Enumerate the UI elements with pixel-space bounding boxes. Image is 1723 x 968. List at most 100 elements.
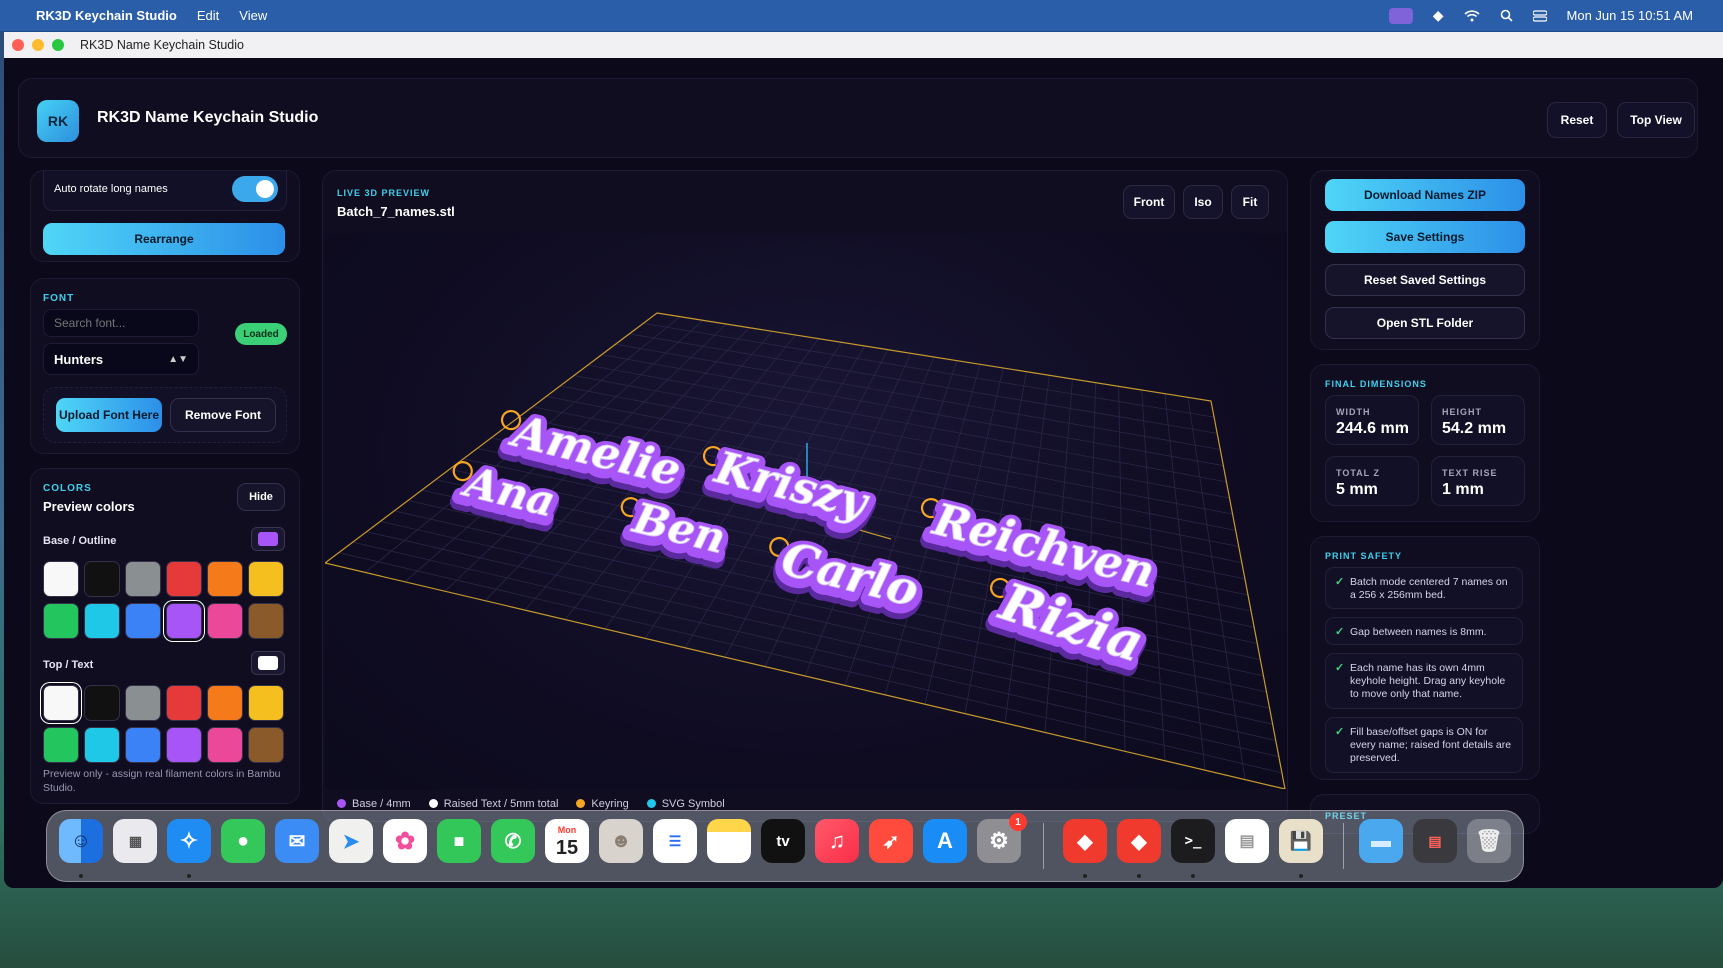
top-color-swatch[interactable] — [166, 727, 202, 763]
folder-icon[interactable]: ▬ — [1359, 819, 1403, 863]
reset-button[interactable]: Reset — [1547, 102, 1607, 138]
base-color-swatch[interactable] — [248, 561, 284, 597]
spotlight-search-icon[interactable] — [1500, 9, 1513, 22]
control-center-icon[interactable] — [1532, 9, 1547, 22]
3d-scene[interactable]: AmelieAmelieAmelie KriszyKriszyKriszyAnaA… — [325, 233, 1287, 789]
base-color-current[interactable] — [251, 527, 285, 551]
colors-section-label: COLORS — [43, 483, 92, 494]
base-color-swatch[interactable] — [166, 603, 202, 639]
top-color-swatch[interactable] — [84, 685, 120, 721]
colors-note: Preview only - assign real filament colo… — [43, 768, 281, 794]
hide-colors-button[interactable]: Hide — [237, 483, 285, 511]
save-settings-button[interactable]: Save Settings — [1325, 221, 1525, 253]
base-color-swatch[interactable] — [125, 603, 161, 639]
disk-utility-icon[interactable]: 💾 — [1279, 819, 1323, 863]
terminal-icon[interactable]: >_ — [1171, 819, 1215, 863]
screen-mirroring-icon[interactable] — [1388, 7, 1413, 24]
close-window-button[interactable] — [12, 39, 24, 51]
menu-bar: RK3D Keychain Studio Edit View ◆ Mon Jun… — [0, 0, 1723, 32]
base-color-swatch[interactable] — [125, 561, 161, 597]
top-color-swatch[interactable] — [207, 727, 243, 763]
front-view-button[interactable]: Front — [1123, 185, 1175, 219]
iso-view-button[interactable]: Iso — [1183, 185, 1223, 219]
notes-icon[interactable] — [707, 819, 751, 863]
top-color-swatch[interactable] — [43, 685, 79, 721]
music-icon[interactable]: ♫ — [815, 819, 859, 863]
photos-icon[interactable]: ✿ — [383, 819, 427, 863]
top-color-swatch[interactable] — [43, 727, 79, 763]
zoom-window-button[interactable] — [52, 39, 64, 51]
top-color-swatch[interactable] — [125, 727, 161, 763]
finder-icon[interactable]: ☺ — [59, 819, 103, 863]
reminders-icon[interactable]: ☰ — [653, 819, 697, 863]
legend-dot — [576, 799, 586, 808]
window-titlebar: RK3D Name Keychain Studio — [4, 32, 1723, 58]
calendar-icon[interactable]: Mon 15 — [545, 819, 589, 863]
rearrange-button[interactable]: Rearrange — [43, 223, 285, 255]
system-settings-icon[interactable]: ⚙ 1 — [977, 813, 1027, 863]
upload-font-button[interactable]: Upload Font Here — [56, 398, 162, 432]
base-color-swatch[interactable] — [84, 561, 120, 597]
top-color-chip — [258, 656, 278, 670]
app-store-icon[interactable]: A — [923, 819, 967, 863]
menu-view[interactable]: View — [239, 8, 267, 23]
spreadsheet-icon[interactable]: ▤ — [1225, 819, 1269, 863]
contacts-icon[interactable]: ☻ — [599, 819, 643, 863]
name-keychains: AmelieAmelieAmelie KriszyKriszyKriszyAnaA… — [447, 401, 1166, 690]
menu-edit[interactable]: Edit — [197, 8, 219, 23]
rocket-app-icon[interactable]: ➶ — [869, 819, 913, 863]
name-keychain[interactable]: BenBenBen — [612, 489, 737, 579]
wifi-icon[interactable] — [1463, 9, 1480, 22]
base-color-swatch[interactable] — [84, 603, 120, 639]
calendar-day: 15 — [555, 837, 579, 859]
name-keychain[interactable]: CarloCarloCarlo — [760, 527, 930, 633]
messages-icon[interactable]: ● — [221, 819, 265, 863]
minimize-window-button[interactable] — [32, 39, 44, 51]
window-title: RK3D Name Keychain Studio — [80, 38, 244, 52]
top-text-label: Top / Text — [43, 659, 94, 671]
top-color-swatch[interactable] — [84, 727, 120, 763]
menu-clock[interactable]: Mon Jun 15 10:51 AM — [1567, 8, 1693, 23]
font-search-input[interactable] — [43, 309, 199, 337]
legend-item-svg-symbol: SVG Symbol — [646, 798, 725, 810]
top-view-button[interactable]: Top View — [1617, 102, 1695, 138]
maps-icon[interactable]: ➤ — [329, 819, 373, 863]
safari-icon[interactable]: ✧ — [167, 819, 211, 863]
auto-rotate-toggle[interactable] — [232, 176, 278, 202]
mail-icon[interactable]: ✉ — [275, 819, 319, 863]
launchpad-icon[interactable]: ▦ — [113, 819, 157, 863]
trash-icon[interactable]: 🗑 — [1467, 819, 1511, 863]
menu-app-name[interactable]: RK3D Keychain Studio — [36, 8, 177, 23]
running-indicator — [1191, 874, 1195, 878]
legend-item-keyring: Keyring — [576, 798, 629, 810]
base-color-swatch[interactable] — [43, 561, 79, 597]
dock: ☺ ▦ ✧ ● ✉ ➤ ✿ ■ ✆ Mon 15 ☻ ☰ tv ♫ ➶ A ⚙ 1… — [46, 810, 1524, 882]
downloads-stack-icon[interactable]: ▤ — [1413, 819, 1457, 863]
base-color-swatch[interactable] — [43, 603, 79, 639]
top-color-swatch[interactable] — [248, 685, 284, 721]
height-card: HEIGHT 54.2 mm — [1431, 395, 1525, 445]
fit-view-button[interactable]: Fit — [1231, 185, 1269, 219]
base-color-swatch[interactable] — [166, 561, 202, 597]
download-names-zip-button[interactable]: Download Names ZIP — [1325, 179, 1525, 211]
git-download-icon[interactable]: ◆ — [1117, 819, 1161, 863]
base-color-swatch[interactable] — [248, 603, 284, 639]
reset-saved-settings-button[interactable]: Reset Saved Settings — [1325, 264, 1525, 296]
apple-tv-icon[interactable]: tv — [761, 819, 805, 863]
remove-font-button[interactable]: Remove Font — [170, 398, 276, 432]
top-color-swatch[interactable] — [125, 685, 161, 721]
open-stl-folder-button[interactable]: Open STL Folder — [1325, 307, 1525, 339]
facetime-icon[interactable]: ■ — [437, 819, 481, 863]
diamond-status-icon[interactable]: ◆ — [1433, 7, 1444, 24]
top-color-swatch[interactable] — [207, 685, 243, 721]
3d-viewport[interactable]: Amelie Amelie Amelie Kriszy Kriszy Kriszy Ana A… — [325, 233, 1287, 789]
top-color-current[interactable] — [251, 651, 285, 675]
top-color-swatch[interactable] — [248, 727, 284, 763]
top-color-swatch[interactable] — [166, 685, 202, 721]
phone-icon[interactable]: ✆ — [491, 819, 535, 863]
base-color-swatch[interactable] — [207, 603, 243, 639]
height-label: HEIGHT — [1442, 407, 1483, 417]
font-select[interactable]: Hunters ▲▼ — [43, 343, 199, 375]
git-app-icon[interactable]: ◆ — [1063, 819, 1107, 863]
base-color-swatch[interactable] — [207, 561, 243, 597]
